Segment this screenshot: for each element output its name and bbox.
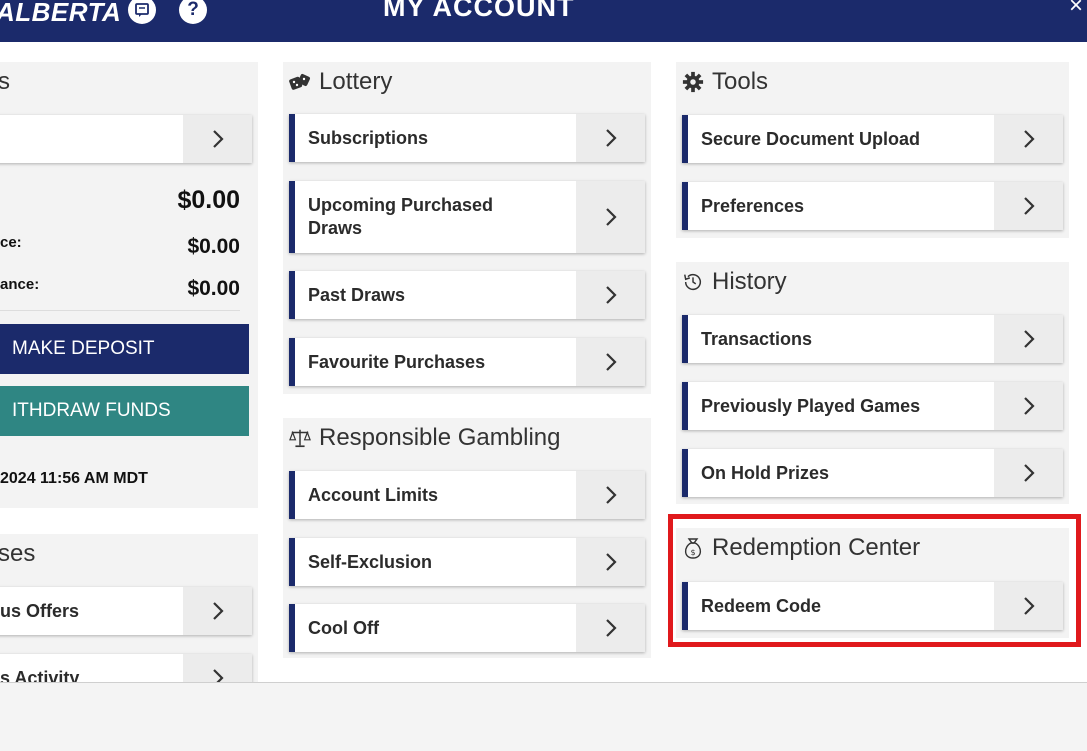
chevron-right-icon [576,604,645,652]
responsible-gambling-panel: Responsible Gambling Account Limits Self… [283,418,651,658]
chevron-right-icon [183,587,252,635]
chevron-right-icon [576,338,645,386]
account-limits-item[interactable]: Account Limits [289,471,645,519]
on-hold-prizes-item[interactable]: On Hold Prizes [682,449,1063,497]
chevron-right-icon [183,115,252,163]
make-deposit-button[interactable]: MAKE DEPOSIT [0,324,249,374]
redemption-highlight-box [668,514,1081,647]
chevron-right-icon [183,654,252,682]
withdraw-funds-button[interactable]: ITHDRAW FUNDS [0,386,249,436]
responsible-gambling-panel-title: Responsible Gambling [289,424,560,452]
balance-panel: s $0.00 ce: $0.00 ance: $0.00 MAKE DEPOS… [0,62,258,508]
chevron-right-icon [576,181,645,253]
account-details-item[interactable] [0,115,252,163]
lottery-panel-title: Lottery [289,68,392,96]
preferences-item[interactable]: Preferences [682,182,1063,230]
balance-value-2: $0.00 [187,277,240,300]
favourite-purchases-item[interactable]: Favourite Purchases [289,338,645,386]
history-panel: History Transactions Previously Played G… [676,262,1069,504]
bonus-activity-item[interactable]: s Activity [0,654,252,682]
chevron-right-icon [576,471,645,519]
chevron-right-icon [576,271,645,319]
bonuses-panel: ses us Offers s Activity [0,534,258,682]
chevron-right-icon [576,538,645,586]
balance-panel-title: s [0,68,10,95]
bonuses-panel-title: ses [0,540,36,567]
secure-document-upload-item[interactable]: Secure Document Upload [682,115,1063,163]
past-draws-item[interactable]: Past Draws [289,271,645,319]
divider [0,310,240,311]
account-main: s $0.00 ce: $0.00 ance: $0.00 MAKE DEPOS… [0,42,1087,682]
close-icon[interactable]: × [1069,0,1083,20]
tools-panel-title: Tools [682,68,768,96]
chevron-right-icon [994,449,1063,497]
previously-played-games-item[interactable]: Previously Played Games [682,382,1063,430]
cool-off-item[interactable]: Cool Off [289,604,645,652]
subscriptions-item[interactable]: Subscriptions [289,114,645,162]
dice-icon [289,71,311,93]
chevron-right-icon [994,182,1063,230]
chevron-right-icon [576,114,645,162]
bonus-offers-item[interactable]: us Offers [0,587,252,635]
upcoming-purchased-draws-item[interactable]: Upcoming Purchased Draws [289,181,645,253]
transactions-item[interactable]: Transactions [682,315,1063,363]
chevron-right-icon [994,315,1063,363]
brand-logo: ALBERTA [0,0,122,27]
balance-value-1: $0.00 [187,235,240,258]
chevron-right-icon [994,382,1063,430]
gear-icon [682,71,704,93]
help-icon[interactable]: ? [179,0,207,24]
self-exclusion-item[interactable]: Self-Exclusion [289,538,645,586]
total-balance: $0.00 [177,186,240,214]
last-login-timestamp: 2024 11:56 AM MDT [0,470,148,487]
page-title: MY ACCOUNT [383,0,575,22]
history-icon [682,271,704,293]
tools-panel: Tools Secure Document Upload Preferences [676,62,1069,238]
header-bar: ALBERTA ? MY ACCOUNT × [0,0,1087,42]
chat-icon[interactable] [128,0,156,24]
scale-icon [289,427,311,449]
history-panel-title: History [682,268,787,296]
footer-strip [0,682,1087,751]
chevron-right-icon [994,115,1063,163]
lottery-panel: Lottery Subscriptions Upcoming Purchased… [283,62,651,394]
